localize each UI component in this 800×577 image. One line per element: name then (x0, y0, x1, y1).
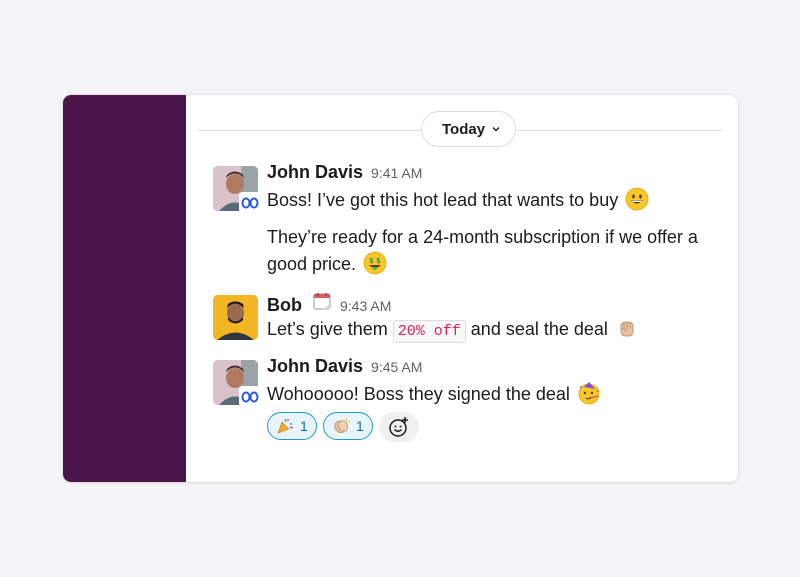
reactions-bar: 1 1 (267, 412, 727, 442)
message-text: Boss! I’ve got this hot lead that wants … (267, 190, 619, 210)
message-pane: Today John Davis 9:41 AM Boss! I’ve got … (186, 95, 738, 482)
reaction-party-popper[interactable]: 1 (267, 412, 317, 440)
message-text: good price. (267, 254, 357, 274)
chevron-down-icon (491, 124, 501, 134)
reaction-count: 1 (300, 418, 308, 434)
add-reaction-icon (389, 417, 408, 437)
svg-text:$: $ (369, 257, 374, 265)
avatar[interactable] (213, 295, 258, 340)
message-text: and seal the deal (470, 319, 608, 339)
timestamp[interactable]: 9:41 AM (371, 165, 422, 181)
raised-fist-emoji-icon (615, 316, 639, 340)
date-divider-label: Today (442, 120, 486, 138)
date-divider-button[interactable]: Today (421, 111, 517, 147)
calendar-status-icon[interactable] (312, 291, 332, 311)
party-popper-icon (277, 418, 294, 434)
reaction-count: 1 (356, 418, 364, 434)
author-name[interactable]: Bob (267, 295, 302, 316)
sidebar (63, 95, 186, 482)
timestamp[interactable]: 9:43 AM (340, 298, 391, 314)
message-text: They’re ready for a 24-month subscriptio… (267, 227, 698, 247)
reaction-clapping-hands[interactable]: 1 (323, 412, 373, 440)
add-reaction-button[interactable] (379, 412, 419, 442)
author-name[interactable]: John Davis (267, 356, 363, 377)
timestamp[interactable]: 9:45 AM (371, 359, 422, 375)
message-text: Let’s give them (267, 319, 388, 339)
clapping-hands-icon (334, 418, 350, 434)
grinning-face-emoji-icon (625, 187, 649, 211)
workspace-badge-icon (239, 192, 261, 214)
money-mouth-face-emoji-icon: $ $ (363, 251, 387, 275)
inline-code: 20% off (392, 320, 466, 343)
slack-window: Today John Davis 9:41 AM Boss! I’ve got … (63, 95, 738, 482)
partying-face-emoji-icon (577, 381, 601, 405)
author-name[interactable]: John Davis (267, 162, 363, 183)
workspace-badge-icon (239, 386, 261, 408)
svg-text:$: $ (376, 257, 381, 265)
message-text: Wohooooo! Boss they signed the deal (267, 384, 570, 404)
